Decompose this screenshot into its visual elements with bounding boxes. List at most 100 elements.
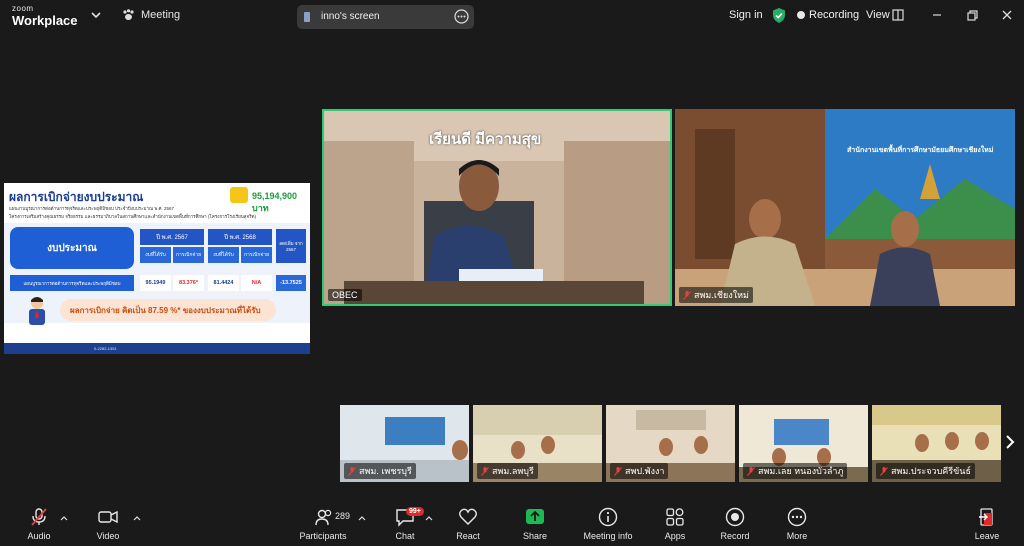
audio-button[interactable]: Audio — [4, 507, 74, 541]
participant-video — [675, 109, 1015, 306]
budget-label: งบประมาณ — [10, 227, 134, 269]
more-label: More — [786, 531, 808, 541]
sign-in-button[interactable]: Sign in — [729, 9, 763, 21]
participant-name-text: สพม.ลพบุรี — [492, 466, 534, 476]
leave-button[interactable]: Leave — [952, 507, 1022, 541]
slide-footer: 0-2282-1351 — [4, 343, 310, 354]
share-button[interactable]: Share — [500, 507, 570, 541]
view-grid-icon[interactable] — [891, 8, 905, 22]
participant-name-text: สพป.พังงา — [625, 466, 665, 476]
shared-screen-name: inno's screen — [321, 11, 380, 22]
heart-icon — [459, 508, 477, 525]
mic-off-icon — [348, 466, 356, 476]
recording-dot-icon — [797, 11, 805, 19]
meeting-toolbar: Audio Video Participants 289 Chat 99+ Re… — [0, 499, 1024, 546]
slide-footer-phone: 0-2282-1351 — [94, 346, 117, 351]
participant-name-text: สพม. เพชรบุรี — [359, 466, 412, 476]
leave-label: Leave — [974, 531, 1000, 541]
apps-icon — [666, 508, 684, 526]
compare-header: ลด/เพิ่ม จาก 2567 — [276, 229, 306, 263]
video-tile-participant[interactable]: สำนักงานเขตพื้นที่การศึกษามัธยมศึกษาเชีย… — [675, 109, 1015, 306]
year-2568-header: ปี พ.ศ. 2568 — [208, 229, 272, 245]
info-icon — [598, 507, 618, 527]
result-summary: ผลการเบิกจ่าย คิดเป็น 87.59 %* ของงบประม… — [60, 299, 276, 321]
slide-amount: 95,194,900 บาท — [252, 191, 298, 213]
share-label: Share — [522, 531, 548, 541]
chevron-right-icon[interactable] — [1004, 434, 1016, 450]
thumbnail-tile[interactable]: สพป.พังงา — [606, 405, 735, 482]
restore-icon[interactable] — [965, 8, 979, 22]
thumbnail-tile[interactable]: สพม.เลย หนองบัวลำภู — [739, 405, 868, 482]
recording-status[interactable]: Recording — [809, 9, 859, 21]
leave-icon — [979, 508, 993, 526]
sub-header-1: งบที่ได้รับ — [140, 247, 171, 263]
participant-name-text: สพม.เชียงใหม่ — [694, 290, 749, 300]
camera-icon — [98, 510, 118, 524]
more-options-icon[interactable] — [454, 9, 469, 24]
share-screen-icon — [526, 509, 544, 524]
chat-button[interactable]: Chat — [370, 507, 440, 541]
close-icon[interactable] — [1000, 8, 1014, 22]
chevron-up-icon[interactable] — [425, 515, 433, 521]
mic-off-icon — [614, 466, 622, 476]
sub-header-3: งบที่ได้รับ — [208, 247, 239, 263]
video-label: Video — [96, 531, 120, 541]
thumbnail-tile[interactable]: สพม.ลพบุรี — [473, 405, 602, 482]
mic-off-icon — [747, 466, 755, 476]
video-button[interactable]: Video — [73, 507, 143, 541]
brand-small: zoom — [12, 4, 34, 13]
participant-name: สพม. เพชรบุรี — [344, 463, 416, 479]
thumbnail-tile[interactable]: สพม. เพชรบุรี — [340, 405, 469, 482]
audio-label: Audio — [27, 531, 51, 541]
backdrop-banner: สำนักงานเขตพื้นที่การศึกษามัธยมศึกษาเชีย… — [847, 147, 994, 154]
react-label: React — [456, 531, 480, 541]
row-label: แผนบูรณาการต่อต้านการทุจริตและประพฤติมิช… — [10, 275, 134, 291]
slide-table: งบประมาณ ปี พ.ศ. 2567 ปี พ.ศ. 2568 ลด/เพ… — [4, 223, 310, 325]
money-icon — [230, 187, 248, 203]
sub-header-2: การเบิกจ่าย — [173, 247, 204, 263]
more-button[interactable]: More — [762, 507, 832, 541]
cell-value: 81.4424 — [208, 275, 239, 291]
chevron-down-icon[interactable] — [90, 9, 102, 21]
mic-muted-icon — [31, 508, 47, 526]
sub-header-4: การเบิกจ่าย — [241, 247, 272, 263]
chat-label: Chat — [395, 531, 415, 541]
participant-name-text: สพม.ประจวบคีรีขันธ์ — [891, 466, 971, 476]
chevron-up-icon[interactable] — [358, 515, 366, 521]
zoom-logo: zoom Workplace — [12, 4, 78, 28]
minimize-icon[interactable] — [930, 8, 944, 22]
cell-value: 83.376* — [173, 275, 204, 291]
meeting-menu[interactable]: Meeting — [122, 9, 180, 21]
participants-count: 289 — [335, 511, 351, 521]
participants-label: Participants — [299, 531, 347, 541]
slide-line-2: โครงการเสริมสร้างคุณธรรม จริยธรรม และธรร… — [9, 214, 257, 219]
meeting-info-label: Meeting info — [583, 531, 633, 541]
participants-icon — [315, 509, 332, 526]
shared-slide[interactable]: ผลการเบิกจ่ายงบประมาณ 95,194,900 บาท แผน… — [4, 183, 310, 354]
react-button[interactable]: React — [433, 507, 503, 541]
mic-off-icon — [481, 466, 489, 476]
view-button[interactable]: View — [866, 9, 890, 21]
shared-screen-indicator[interactable]: inno's screen — [297, 5, 474, 29]
slide-header: ผลการเบิกจ่ายงบประมาณ 95,194,900 บาท แผน… — [4, 183, 310, 227]
record-button[interactable]: Record — [700, 507, 770, 541]
participant-name-text: สพม.เลย หนองบัวลำภู — [758, 466, 844, 476]
meeting-info-button[interactable]: Meeting info — [573, 507, 643, 541]
shield-check-icon[interactable] — [772, 8, 786, 23]
record-label: Record — [720, 531, 750, 541]
participant-name: สพม.ลพบุรี — [477, 463, 538, 479]
chevron-up-icon[interactable] — [133, 515, 141, 521]
screen-icon — [304, 12, 310, 22]
slide-line-1: แผนงานบูรณาการต่อต้านการทุจริตและประพฤติ… — [9, 206, 174, 211]
participant-name-text: OBEC — [332, 290, 358, 300]
chevron-up-icon[interactable] — [60, 515, 68, 521]
participant-name: สพป.พังงา — [610, 463, 669, 479]
title-bar: zoom Workplace Meeting inno's screen Sig… — [0, 0, 1024, 32]
person-mascot-icon — [29, 297, 45, 325]
record-icon — [725, 507, 745, 527]
cell-value: 95.1949 — [140, 275, 171, 291]
backdrop-slogan: เรียนดี มีความสุข — [429, 131, 542, 148]
participant-name: OBEC — [328, 289, 362, 301]
thumbnail-tile[interactable]: สพม.ประจวบคีรีขันธ์ — [872, 405, 1001, 482]
video-tile-active-speaker[interactable]: เรียนดี มีความสุข OBEC — [322, 109, 672, 306]
